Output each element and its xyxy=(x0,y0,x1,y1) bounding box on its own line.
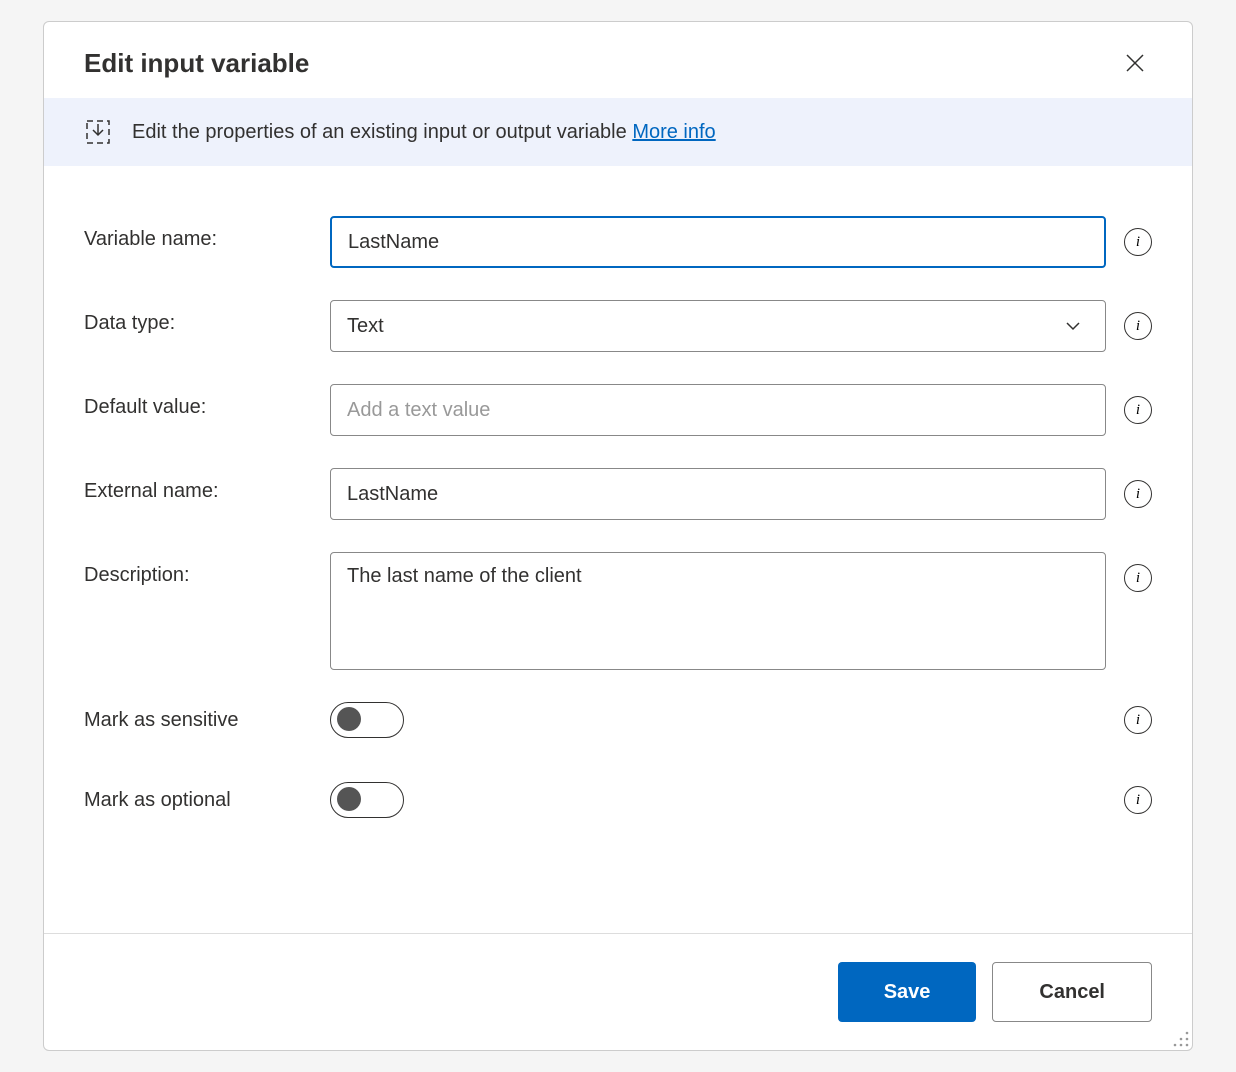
dialog-title: Edit input variable xyxy=(84,48,309,79)
variable-name-input[interactable] xyxy=(330,216,1106,268)
mark-optional-toggle[interactable] xyxy=(330,782,404,818)
default-value-input[interactable] xyxy=(330,384,1106,436)
toggle-knob xyxy=(337,787,361,811)
info-default-value[interactable]: i xyxy=(1124,396,1152,424)
info-banner: Edit the properties of an existing input… xyxy=(44,98,1192,166)
info-mark-optional[interactable]: i xyxy=(1124,786,1152,814)
row-mark-sensitive: Mark as sensitive i xyxy=(84,702,1152,738)
close-button[interactable] xyxy=(1118,46,1152,80)
info-icon: i xyxy=(1124,480,1152,508)
dialog-footer: Save Cancel xyxy=(44,933,1192,1050)
chevron-down-icon xyxy=(1063,316,1083,336)
info-external-name[interactable]: i xyxy=(1124,480,1152,508)
description-textarea[interactable]: The last name of the client xyxy=(330,552,1106,670)
external-name-input[interactable] xyxy=(330,468,1106,520)
info-icon: i xyxy=(1124,706,1152,734)
mark-sensitive-toggle[interactable] xyxy=(330,702,404,738)
edit-variable-dialog: Edit input variable Edit the properties … xyxy=(43,21,1193,1051)
info-icon: i xyxy=(1124,564,1152,592)
label-description: Description: xyxy=(84,552,330,587)
close-icon xyxy=(1124,52,1146,74)
label-default-value: Default value: xyxy=(84,384,330,419)
info-icon: i xyxy=(1124,396,1152,424)
resize-grip-icon[interactable] xyxy=(1172,1030,1190,1048)
label-variable-name: Variable name: xyxy=(84,216,330,251)
row-description: Description: The last name of the client… xyxy=(84,552,1152,670)
data-type-value: Text xyxy=(347,315,384,338)
info-variable-name[interactable]: i xyxy=(1124,228,1152,256)
banner-text: Edit the properties of an existing input… xyxy=(132,121,716,144)
info-icon: i xyxy=(1124,786,1152,814)
toggle-knob xyxy=(337,707,361,731)
info-data-type[interactable]: i xyxy=(1124,312,1152,340)
info-icon: i xyxy=(1124,228,1152,256)
info-description[interactable]: i xyxy=(1124,564,1152,592)
row-variable-name: Variable name: i xyxy=(84,216,1152,268)
label-mark-optional: Mark as optional xyxy=(84,789,330,812)
label-data-type: Data type: xyxy=(84,300,330,335)
row-data-type: Data type: Text i xyxy=(84,300,1152,352)
output-variable-icon xyxy=(84,118,112,146)
label-external-name: External name: xyxy=(84,468,330,503)
row-external-name: External name: i xyxy=(84,468,1152,520)
info-mark-sensitive[interactable]: i xyxy=(1124,706,1152,734)
save-button[interactable]: Save xyxy=(838,962,977,1022)
more-info-link[interactable]: More info xyxy=(632,121,715,143)
row-mark-optional: Mark as optional i xyxy=(84,782,1152,818)
cancel-button[interactable]: Cancel xyxy=(992,962,1152,1022)
row-default-value: Default value: i xyxy=(84,384,1152,436)
dialog-header: Edit input variable xyxy=(44,22,1192,98)
label-mark-sensitive: Mark as sensitive xyxy=(84,709,330,732)
info-icon: i xyxy=(1124,312,1152,340)
data-type-select[interactable]: Text xyxy=(330,300,1106,352)
form-body: Variable name: i Data type: Text xyxy=(44,166,1192,933)
